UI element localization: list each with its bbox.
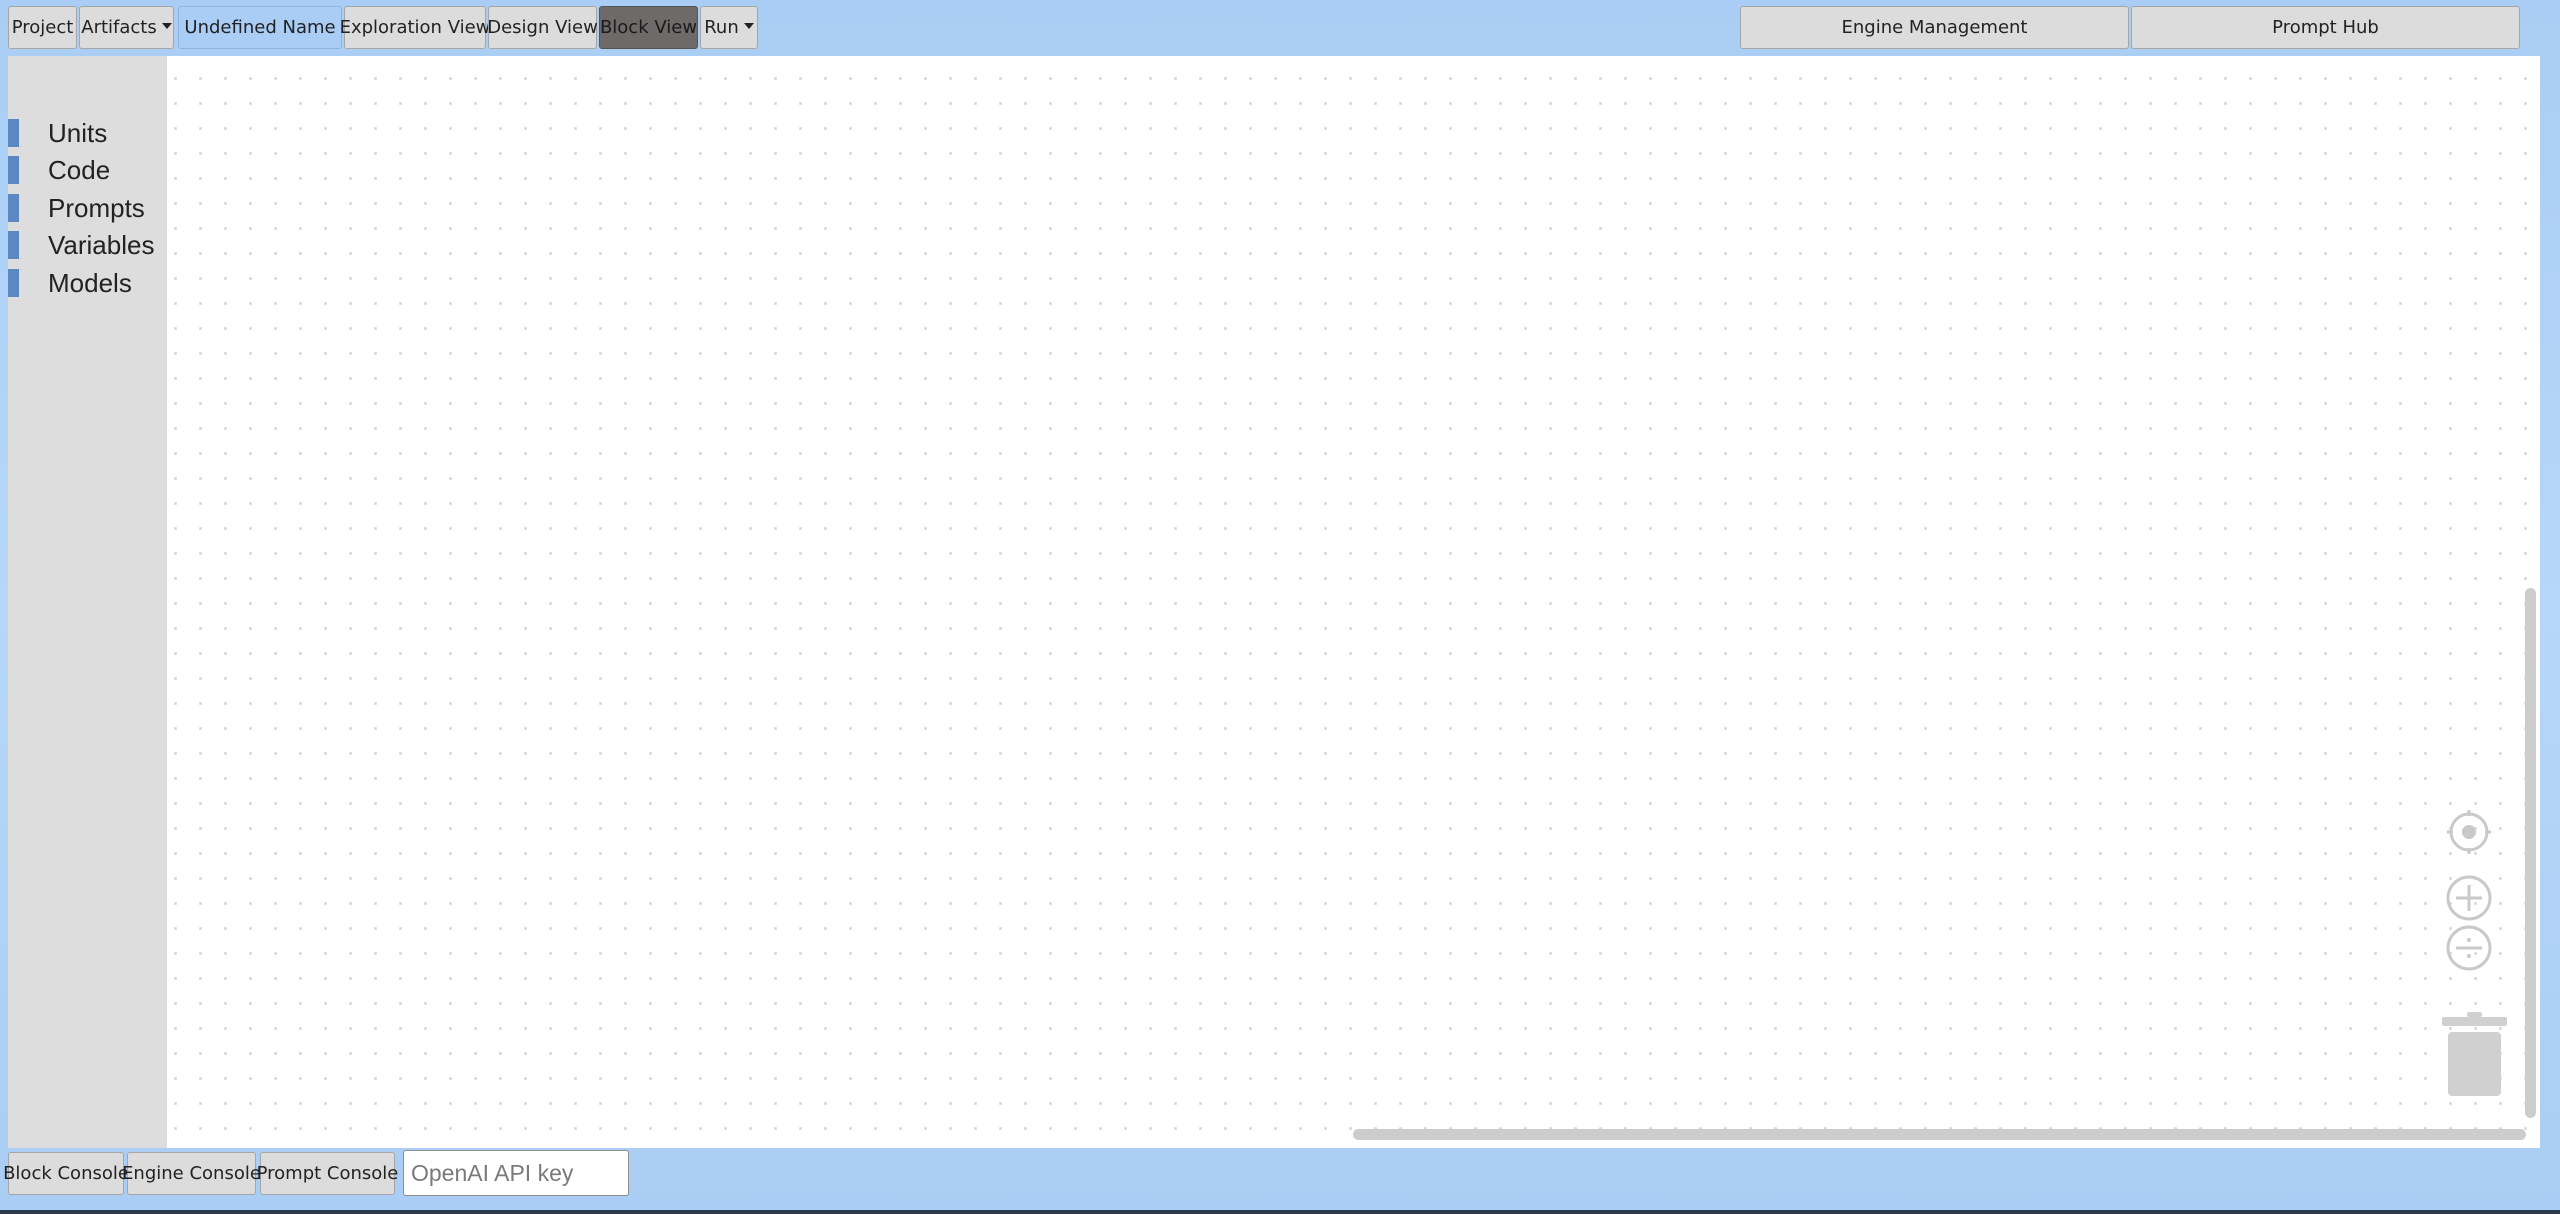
tab-block-view-label: Block View (599, 17, 698, 38)
category-color-bar (8, 194, 19, 222)
toolbox-category-label: Code (48, 154, 111, 185)
toolbox-category-prompts[interactable]: Prompts (8, 190, 167, 226)
prompt-console-button[interactable]: Prompt Console (257, 1152, 398, 1195)
category-color-bar (8, 156, 19, 184)
bottom-toolbar: Block Console Engine Console Prompt Cons… (0, 1148, 2560, 1214)
run-dropdown-label: Run (704, 17, 739, 38)
prompt-console-label: Prompt Console (256, 1163, 399, 1184)
block-canvas[interactable] (167, 56, 2540, 1148)
engine-management-label: Engine Management (1841, 17, 2028, 38)
trash-icon[interactable] (2442, 1012, 2507, 1096)
openai-api-key-input[interactable] (403, 1150, 629, 1196)
bottom-edge (0, 1210, 2560, 1214)
toolbox-category-label: Units (48, 117, 108, 148)
toolbox-category-units[interactable]: Units (8, 115, 167, 151)
toolbox-category-label: Variables (48, 229, 155, 260)
tab-design-view[interactable]: Design View (487, 6, 598, 49)
engine-console-button[interactable]: Engine Console (122, 1152, 261, 1195)
horizontal-scrollbar[interactable] (1353, 1129, 2526, 1140)
artifacts-dropdown-label: Artifacts (81, 17, 157, 38)
chevron-down-icon (743, 22, 754, 29)
toolbox-category-label: Prompts (48, 192, 145, 223)
prompt-hub-label: Prompt Hub (2272, 17, 2379, 38)
tab-block-view[interactable]: Block View (599, 6, 698, 49)
toolbox-category-models[interactable]: Models (8, 265, 167, 301)
toolbox-category-code[interactable]: Code (8, 152, 167, 188)
chevron-down-icon (161, 22, 172, 29)
prompt-hub-button[interactable]: Prompt Hub (2131, 6, 2520, 49)
block-console-label: Block Console (3, 1163, 129, 1184)
project-button-label: Project (11, 17, 74, 38)
zoom-in-icon[interactable] (2445, 874, 2493, 922)
toolbox-category-label: Models (48, 267, 132, 298)
project-name-label: Undefined Name (184, 17, 336, 38)
zoom-out-icon[interactable] (2445, 924, 2493, 972)
artifacts-dropdown[interactable]: Artifacts (79, 6, 174, 49)
top-toolbar: Project Artifacts Undefined Name Explora… (0, 0, 2560, 54)
toolbox-category-variables[interactable]: Variables (8, 227, 167, 263)
block-console-button[interactable]: Block Console (3, 1152, 129, 1195)
category-color-bar (8, 119, 19, 147)
category-color-bar (8, 231, 19, 259)
tab-exploration-view[interactable]: Exploration View (340, 6, 490, 49)
engine-management-button[interactable]: Engine Management (1740, 6, 2129, 49)
tab-design-view-label: Design View (487, 17, 598, 38)
toolbox-sidebar: Units Code Prompts Variables Models (8, 56, 167, 1148)
project-button[interactable]: Project (8, 6, 77, 49)
category-color-bar (8, 269, 19, 297)
vertical-scrollbar[interactable] (2525, 588, 2536, 1118)
run-dropdown[interactable]: Run (700, 6, 758, 49)
tab-exploration-view-label: Exploration View (339, 17, 491, 38)
project-name-tab[interactable]: Undefined Name (178, 6, 342, 49)
block-workspace: Units Code Prompts Variables Models (8, 56, 2540, 1148)
recenter-icon[interactable] (2445, 808, 2493, 856)
engine-console-label: Engine Console (122, 1163, 261, 1184)
